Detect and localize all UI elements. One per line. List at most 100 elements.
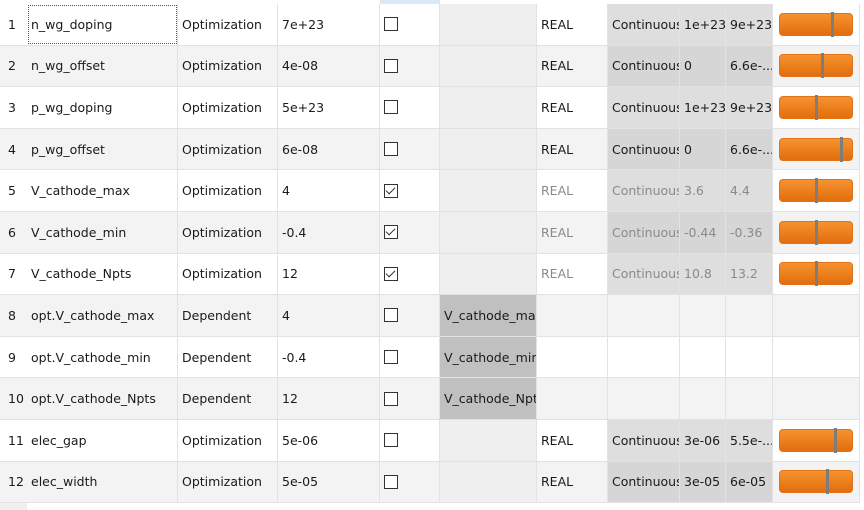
variable-kind-cell[interactable]: Continuous bbox=[608, 170, 680, 211]
table-row[interactable]: 11 elec_gap Optimization 5e-06 REAL Cont… bbox=[0, 419, 860, 462]
data-type-cell[interactable]: REAL bbox=[537, 170, 608, 211]
min-value-cell[interactable]: -0.44 bbox=[680, 211, 726, 253]
expression-cell[interactable] bbox=[440, 170, 537, 211]
table-row[interactable]: 1 n_wg_doping Optimization 7e+23 REAL Co… bbox=[0, 4, 860, 46]
max-value-cell[interactable]: 5.5e-... bbox=[726, 419, 773, 461]
expression-cell[interactable] bbox=[440, 128, 537, 170]
parameter-value-cell[interactable]: 5e+23 bbox=[278, 87, 380, 128]
data-type-cell[interactable]: REAL bbox=[537, 419, 608, 461]
min-value-cell[interactable]: 1e+23 bbox=[680, 4, 726, 45]
value-slider[interactable] bbox=[779, 427, 853, 453]
parameter-checkbox[interactable] bbox=[384, 350, 398, 365]
table-row[interactable]: 12 elec_width Optimization 5e-05 REAL Co… bbox=[0, 461, 860, 504]
table-row[interactable]: 2 n_wg_offset Optimization 4e-08 REAL Co… bbox=[0, 45, 860, 88]
slider-thumb[interactable] bbox=[815, 219, 818, 245]
parameter-type-cell[interactable]: Dependent bbox=[178, 295, 278, 336]
parameter-value-cell[interactable]: 4 bbox=[278, 170, 380, 211]
min-value-cell[interactable]: 3.6 bbox=[680, 170, 726, 211]
parameter-type-cell[interactable]: Dependent bbox=[178, 378, 278, 419]
parameter-checkbox[interactable] bbox=[384, 142, 398, 157]
parameter-type-cell[interactable]: Dependent bbox=[178, 336, 278, 378]
variable-kind-cell[interactable]: Continuous bbox=[608, 4, 680, 45]
parameter-checkbox[interactable] bbox=[384, 391, 398, 406]
parameter-type-cell[interactable]: Optimization bbox=[178, 128, 278, 170]
slider-thumb[interactable] bbox=[815, 178, 818, 204]
data-type-cell[interactable]: REAL bbox=[537, 45, 608, 87]
parameter-checkbox[interactable] bbox=[384, 308, 398, 323]
table-row[interactable]: 6 V_cathode_min Optimization -0.4 REAL C… bbox=[0, 211, 860, 254]
parameter-type-cell[interactable]: Optimization bbox=[178, 170, 278, 211]
expression-cell[interactable] bbox=[440, 461, 537, 503]
parameter-value-cell[interactable]: 5e-06 bbox=[278, 419, 380, 461]
parameter-type-cell[interactable]: Optimization bbox=[178, 419, 278, 461]
parameter-type-cell[interactable]: Optimization bbox=[178, 211, 278, 253]
variable-kind-cell[interactable]: Continuous bbox=[608, 45, 680, 87]
parameter-type-cell[interactable]: Optimization bbox=[178, 461, 278, 503]
max-value-cell[interactable] bbox=[726, 336, 773, 378]
parameter-name-cell[interactable]: p_wg_doping bbox=[27, 87, 178, 128]
value-slider[interactable] bbox=[779, 136, 853, 162]
slider-thumb[interactable] bbox=[815, 94, 818, 120]
parameter-value-cell[interactable]: -0.4 bbox=[278, 336, 380, 378]
parameter-checkbox[interactable] bbox=[384, 433, 398, 448]
expression-cell[interactable]: V_cathode_max bbox=[440, 295, 537, 336]
data-type-cell[interactable] bbox=[537, 295, 608, 336]
parameter-value-cell[interactable]: 4 bbox=[278, 295, 380, 336]
parameter-name-cell[interactable]: opt.V_cathode_Npts bbox=[27, 378, 178, 419]
variable-kind-cell[interactable]: Continuous bbox=[608, 419, 680, 461]
parameter-name-cell[interactable]: opt.V_cathode_min bbox=[27, 336, 178, 378]
min-value-cell[interactable] bbox=[680, 295, 726, 336]
data-type-cell[interactable]: REAL bbox=[537, 87, 608, 128]
value-slider[interactable] bbox=[779, 94, 853, 120]
variable-kind-cell[interactable]: Continuous bbox=[608, 461, 680, 503]
min-value-cell[interactable]: 0 bbox=[680, 45, 726, 87]
parameter-name-cell[interactable]: p_wg_offset bbox=[27, 128, 178, 170]
table-row[interactable]: 9 opt.V_cathode_min Dependent -0.4 V_cat… bbox=[0, 336, 860, 379]
expression-cell[interactable] bbox=[440, 87, 537, 128]
data-type-cell[interactable]: REAL bbox=[537, 4, 608, 45]
max-value-cell[interactable] bbox=[726, 295, 773, 336]
slider-thumb[interactable] bbox=[830, 11, 834, 37]
min-value-cell[interactable]: 0 bbox=[680, 128, 726, 170]
parameter-value-cell[interactable]: 4e-08 bbox=[278, 45, 380, 87]
variable-kind-cell[interactable]: Continuous bbox=[608, 211, 680, 253]
data-type-cell[interactable] bbox=[537, 336, 608, 378]
parameter-name-cell[interactable]: V_cathode_Npts bbox=[27, 253, 178, 295]
min-value-cell[interactable] bbox=[680, 378, 726, 419]
parameter-type-cell[interactable]: Optimization bbox=[178, 45, 278, 87]
value-slider[interactable] bbox=[779, 178, 853, 204]
parameter-name-cell[interactable]: V_cathode_max bbox=[27, 170, 178, 211]
parameter-value-cell[interactable]: 7e+23 bbox=[278, 4, 380, 45]
expression-cell[interactable] bbox=[440, 419, 537, 461]
parameter-checkbox[interactable] bbox=[384, 183, 398, 198]
variable-kind-cell[interactable]: Continuous bbox=[608, 87, 680, 128]
slider-thumb[interactable] bbox=[840, 136, 844, 162]
data-type-cell[interactable] bbox=[537, 378, 608, 419]
parameter-checkbox[interactable] bbox=[384, 225, 398, 240]
parameter-value-cell[interactable]: -0.4 bbox=[278, 211, 380, 253]
variable-kind-cell[interactable] bbox=[608, 295, 680, 336]
slider-thumb[interactable] bbox=[833, 427, 837, 453]
max-value-cell[interactable] bbox=[726, 378, 773, 419]
parameter-name-cell[interactable]: elec_gap bbox=[27, 419, 178, 461]
parameter-value-cell[interactable]: 5e-05 bbox=[278, 461, 380, 503]
max-value-cell[interactable]: 6.6e-... bbox=[726, 128, 773, 170]
parameter-name-cell[interactable]: opt.V_cathode_max bbox=[27, 295, 178, 336]
parameter-value-cell[interactable]: 12 bbox=[278, 378, 380, 419]
value-slider[interactable] bbox=[779, 219, 853, 245]
table-row[interactable]: 3 p_wg_doping Optimization 5e+23 REAL Co… bbox=[0, 87, 860, 129]
max-value-cell[interactable]: 6.6e-... bbox=[726, 45, 773, 87]
min-value-cell[interactable]: 3e-06 bbox=[680, 419, 726, 461]
slider-thumb[interactable] bbox=[825, 469, 829, 495]
parameter-checkbox[interactable] bbox=[384, 474, 398, 489]
parameter-checkbox[interactable] bbox=[384, 58, 398, 73]
slider-thumb[interactable] bbox=[821, 53, 825, 79]
max-value-cell[interactable]: 9e+23 bbox=[726, 87, 773, 128]
value-slider[interactable] bbox=[779, 11, 853, 37]
table-row[interactable]: 5 V_cathode_max Optimization 4 REAL Cont… bbox=[0, 170, 860, 212]
variable-kind-cell[interactable]: Continuous bbox=[608, 128, 680, 170]
table-row[interactable]: 8 opt.V_cathode_max Dependent 4 V_cathod… bbox=[0, 295, 860, 337]
expression-cell[interactable] bbox=[440, 4, 537, 45]
max-value-cell[interactable]: 9e+23 bbox=[726, 4, 773, 45]
data-type-cell[interactable]: REAL bbox=[537, 211, 608, 253]
